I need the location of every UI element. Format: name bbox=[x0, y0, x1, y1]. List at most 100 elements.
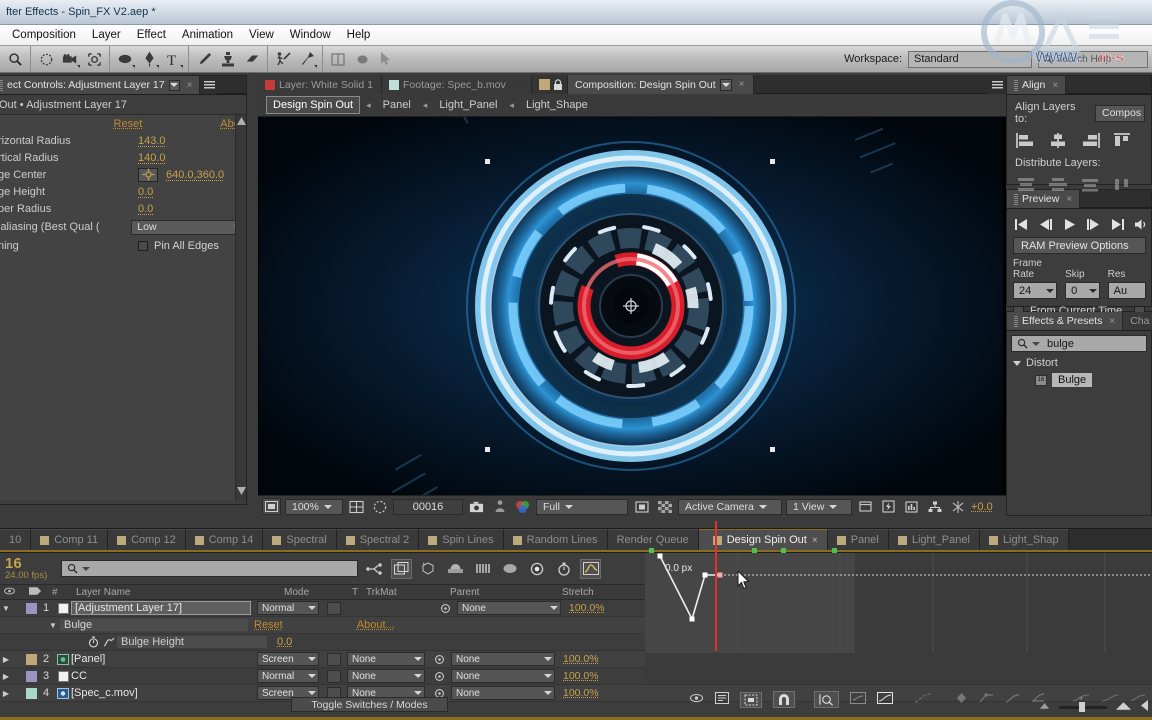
layer-name[interactable]: [Panel] bbox=[71, 653, 251, 665]
brainstorm-icon[interactable] bbox=[499, 559, 520, 579]
audio-toggle-icon[interactable] bbox=[1135, 218, 1148, 231]
tab-composition-design-spin-out[interactable]: Composition: Design Spin Out × bbox=[568, 75, 754, 94]
clone-stamp-tool-icon[interactable] bbox=[216, 48, 240, 70]
puppet-pin-tool-icon[interactable] bbox=[295, 48, 319, 70]
comp-tab-light-shape[interactable]: Light_Shap bbox=[979, 529, 1069, 550]
view-layout-select[interactable]: 1 View bbox=[786, 498, 852, 515]
selection-handle[interactable] bbox=[485, 447, 490, 452]
hide-shy-layers-icon[interactable] bbox=[418, 559, 439, 579]
timeline-collapse-icon[interactable] bbox=[1140, 700, 1150, 714]
distribute-horizontal-icon[interactable] bbox=[1111, 176, 1133, 192]
align-horizontal-icon[interactable] bbox=[326, 48, 350, 70]
fit-all-graphs-icon[interactable] bbox=[850, 692, 866, 707]
layer-mode-select[interactable]: Normal bbox=[257, 601, 319, 615]
skip-select[interactable]: 0 bbox=[1065, 282, 1100, 299]
property-value[interactable]: 0.0 bbox=[277, 636, 292, 648]
layer-stretch-value[interactable]: 100.0% bbox=[569, 602, 605, 614]
keyframe-marker[interactable] bbox=[781, 548, 786, 553]
preserve-transparency-toggle[interactable] bbox=[327, 652, 341, 666]
enable-frame-blending-icon[interactable] bbox=[445, 559, 466, 579]
camera-tool-icon[interactable] bbox=[58, 48, 82, 70]
disclosure-triangle-icon[interactable]: ▶ bbox=[0, 655, 12, 664]
timeline-search-input[interactable] bbox=[61, 560, 358, 577]
show-properties-icon[interactable] bbox=[689, 693, 704, 707]
align-center-horizontal-icon[interactable] bbox=[1047, 132, 1069, 148]
tab-layer-white-solid[interactable]: Layer: White Solid 1 bbox=[258, 75, 382, 94]
eraser-tool-icon[interactable] bbox=[240, 48, 264, 70]
stopwatch-icon[interactable] bbox=[553, 559, 574, 579]
pen-tool-icon[interactable] bbox=[137, 48, 161, 70]
always-preview-icon[interactable] bbox=[262, 498, 281, 515]
ram-preview-options-button[interactable]: RAM Preview Options bbox=[1013, 237, 1146, 254]
zoom-tool-icon[interactable] bbox=[3, 48, 27, 70]
fit-selection-graph-icon[interactable] bbox=[877, 692, 893, 707]
property-name[interactable]: Bulge Height bbox=[117, 636, 267, 648]
effects-search-input[interactable]: bulge bbox=[1011, 335, 1147, 352]
effect-controls-scrollbar[interactable] bbox=[235, 115, 246, 500]
property-value[interactable]: 143.0 bbox=[138, 135, 166, 147]
align-top-icon[interactable] bbox=[1111, 132, 1133, 148]
keyframe-marker[interactable] bbox=[832, 548, 837, 553]
ellipse-mask-icon[interactable] bbox=[350, 48, 374, 70]
effect-reset-button[interactable]: Reset bbox=[254, 619, 283, 631]
graph-editor-set-icon[interactable] bbox=[101, 637, 117, 647]
layer-label-swatch[interactable] bbox=[26, 687, 37, 699]
comp-tab-spin-lines[interactable]: Spin Lines bbox=[419, 529, 504, 550]
parent-pickwhip-icon[interactable] bbox=[437, 603, 453, 614]
keyframe-marker[interactable] bbox=[649, 548, 654, 553]
comp-tab-random-lines[interactable]: Random Lines bbox=[503, 529, 608, 550]
enable-motion-blur-icon[interactable] bbox=[472, 559, 493, 579]
disclosure-triangle-icon[interactable]: ▶ bbox=[0, 672, 12, 681]
comp-tab-spectral[interactable]: Spectral bbox=[263, 529, 337, 550]
tab-align[interactable]: Align × bbox=[1007, 76, 1067, 94]
tab-character[interactable]: Cha bbox=[1123, 312, 1152, 330]
selection-handle[interactable] bbox=[770, 159, 775, 164]
comp-tab-10[interactable]: 10 bbox=[0, 529, 32, 550]
playhead[interactable] bbox=[715, 521, 717, 651]
timeline-jump-icon[interactable] bbox=[902, 498, 921, 515]
selection-tool-icon[interactable] bbox=[374, 48, 398, 70]
graph-type-icon[interactable] bbox=[715, 692, 729, 707]
brush-tool-icon[interactable] bbox=[192, 48, 216, 70]
comp-tab-render-queue[interactable]: Render Queue bbox=[607, 529, 699, 550]
property-value[interactable]: 0.0 bbox=[138, 203, 153, 215]
zoom-in-icon[interactable] bbox=[1115, 701, 1132, 714]
comp-tab-light-panel[interactable]: Light_Panel bbox=[888, 529, 980, 550]
shape-tool-icon[interactable] bbox=[113, 48, 137, 70]
parent-pickwhip-icon[interactable] bbox=[431, 654, 447, 665]
snap-magnet-icon[interactable] bbox=[773, 691, 795, 708]
pan-behind-tool-icon[interactable] bbox=[82, 48, 106, 70]
comp-flowchart-icon[interactable] bbox=[925, 498, 944, 515]
layer-mode-select[interactable]: Screen bbox=[257, 652, 319, 666]
toggle-switches-modes-button[interactable]: Toggle Switches / Modes bbox=[291, 697, 448, 712]
comp-tab-comp-11[interactable]: Comp 11 bbox=[31, 529, 109, 550]
comp-tab-spectral-2[interactable]: Spectral 2 bbox=[336, 529, 420, 550]
breadcrumb-item-1[interactable]: Panel bbox=[377, 97, 417, 113]
effect-toggle-icon[interactable] bbox=[0, 118, 114, 130]
roto-brush-tool-icon[interactable] bbox=[271, 48, 295, 70]
preserve-transparency-toggle[interactable] bbox=[327, 669, 341, 683]
current-time-display[interactable]: 00016 bbox=[393, 498, 463, 515]
breadcrumb-item-0[interactable]: Design Spin Out bbox=[266, 96, 361, 114]
selection-handle[interactable] bbox=[485, 159, 490, 164]
resolution-select[interactable]: Full bbox=[536, 498, 628, 515]
disclosure-triangle-icon[interactable]: ▶ bbox=[0, 689, 12, 698]
tab-footage-spec-b[interactable]: Footage: Spec_b.mov bbox=[382, 75, 532, 94]
layer-name[interactable]: [Adjustment Layer 17] bbox=[71, 601, 251, 615]
stopwatch-icon[interactable] bbox=[86, 636, 101, 648]
layer-label-swatch[interactable] bbox=[26, 653, 37, 665]
type-tool-icon[interactable]: T bbox=[161, 48, 185, 70]
tab-close-icon[interactable]: × bbox=[812, 535, 818, 546]
menu-item-layer[interactable]: Layer bbox=[84, 27, 129, 43]
mask-path-icon[interactable] bbox=[370, 498, 389, 515]
auto-zoom-graph-icon[interactable] bbox=[814, 691, 839, 708]
transparency-grid-icon[interactable] bbox=[655, 498, 674, 515]
next-frame-icon[interactable] bbox=[1087, 218, 1100, 231]
layer-stretch-value[interactable]: 100.0% bbox=[563, 687, 599, 699]
align-target-select[interactable]: Compos bbox=[1095, 104, 1145, 122]
last-frame-icon[interactable] bbox=[1111, 218, 1124, 231]
layer-parent-select[interactable]: None bbox=[451, 669, 555, 683]
layer-label-swatch[interactable] bbox=[26, 670, 37, 682]
selection-handle[interactable] bbox=[770, 447, 775, 452]
fit-selection-icon[interactable] bbox=[740, 691, 762, 708]
